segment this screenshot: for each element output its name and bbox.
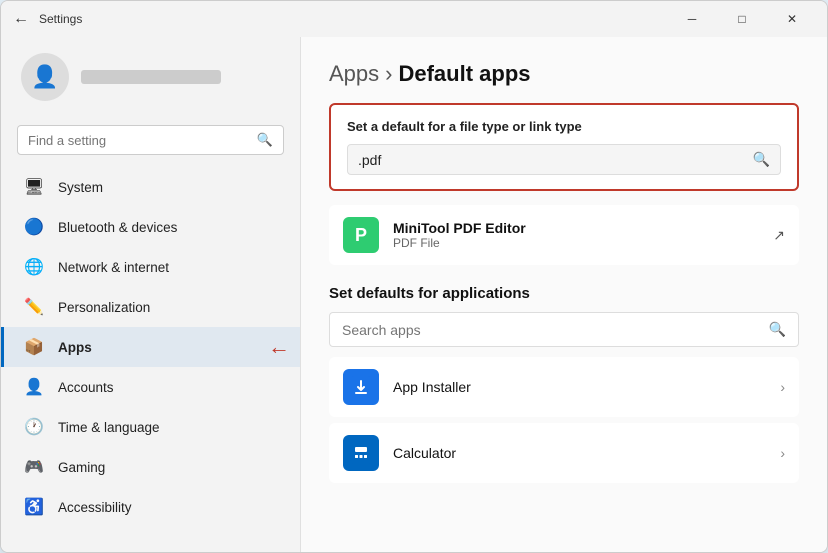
user-section: 👤 bbox=[1, 37, 300, 117]
file-type-input[interactable] bbox=[358, 152, 753, 168]
file-type-box: Set a default for a file type or link ty… bbox=[329, 103, 799, 191]
title-bar: ← Settings ─ □ ✕ bbox=[1, 1, 827, 37]
pdf-app-type: PDF File bbox=[393, 236, 759, 250]
sidebar-label-gaming: Gaming bbox=[58, 460, 105, 475]
breadcrumb: Apps › Default apps bbox=[329, 61, 799, 87]
search-apps-row[interactable]: 🔍 bbox=[329, 312, 799, 347]
gaming-icon: 🎮 bbox=[24, 457, 44, 477]
defaults-section-label: Set defaults for applications bbox=[329, 285, 799, 302]
sidebar-item-system[interactable]: 🖥 System bbox=[1, 167, 300, 207]
sidebar-label-bluetooth: Bluetooth & devices bbox=[58, 220, 177, 235]
calculator-app-icon bbox=[343, 435, 379, 471]
sidebar-item-accessibility[interactable]: ♿ Accessibility bbox=[1, 487, 300, 527]
time-language-icon: 🕐 bbox=[24, 417, 44, 437]
accounts-icon: 👤 bbox=[24, 377, 44, 397]
sidebar-label-personalization: Personalization bbox=[58, 300, 150, 315]
content-area: 👤 🔍 🖥 System 🔵 Bluetooth & devices bbox=[1, 37, 827, 552]
nav-items: 🖥 System 🔵 Bluetooth & devices 🌐 Network… bbox=[1, 167, 300, 527]
search-apps-icon: 🔍 bbox=[769, 321, 786, 338]
red-arrow-indicator: ← bbox=[268, 334, 290, 360]
calculator-chevron: › bbox=[780, 445, 785, 461]
file-type-search-icon: 🔍 bbox=[753, 151, 770, 168]
calculator-name: Calculator bbox=[393, 445, 766, 461]
sidebar-item-bluetooth[interactable]: 🔵 Bluetooth & devices bbox=[1, 207, 300, 247]
apps-icon: 📦 bbox=[24, 337, 44, 357]
sidebar-item-apps[interactable]: 📦 Apps ← bbox=[1, 327, 300, 367]
bluetooth-icon: 🔵 bbox=[24, 217, 44, 237]
title-bar-controls: ─ □ ✕ bbox=[669, 4, 815, 34]
breadcrumb-separator: › bbox=[385, 61, 392, 87]
personalization-icon: ✏️ bbox=[24, 297, 44, 317]
pdf-app-name: MiniTool PDF Editor bbox=[393, 220, 759, 236]
app-list-item-installer[interactable]: App Installer › bbox=[329, 357, 799, 417]
sidebar-search-box[interactable]: 🔍 bbox=[17, 125, 284, 155]
sidebar-item-time-language[interactable]: 🕐 Time & language bbox=[1, 407, 300, 447]
avatar: 👤 bbox=[21, 53, 69, 101]
sidebar-label-accessibility: Accessibility bbox=[58, 500, 132, 515]
sidebar: 👤 🔍 🖥 System 🔵 Bluetooth & devices bbox=[1, 37, 301, 552]
sidebar-search-input[interactable] bbox=[28, 133, 249, 148]
sidebar-item-network[interactable]: 🌐 Network & internet bbox=[1, 247, 300, 287]
breadcrumb-parent: Apps bbox=[329, 61, 379, 87]
pdf-app-info: MiniTool PDF Editor PDF File bbox=[393, 220, 759, 250]
maximize-button[interactable]: □ bbox=[719, 4, 765, 34]
network-icon: 🌐 bbox=[24, 257, 44, 277]
sidebar-search-icon: 🔍 bbox=[257, 132, 273, 148]
minimize-button[interactable]: ─ bbox=[669, 4, 715, 34]
sidebar-item-accounts[interactable]: 👤 Accounts bbox=[1, 367, 300, 407]
search-section: 🔍 bbox=[1, 117, 300, 167]
accessibility-icon: ♿ bbox=[24, 497, 44, 517]
file-type-input-row[interactable]: 🔍 bbox=[347, 144, 781, 175]
system-icon: 🖥 bbox=[24, 177, 44, 197]
pdf-app-icon: P bbox=[343, 217, 379, 253]
app-list-item-calculator[interactable]: Calculator › bbox=[329, 423, 799, 483]
breadcrumb-current: Default apps bbox=[398, 61, 530, 87]
window-title: Settings bbox=[39, 12, 82, 26]
sidebar-label-system: System bbox=[58, 180, 103, 195]
sidebar-label-accounts: Accounts bbox=[58, 380, 114, 395]
default-app-row[interactable]: P MiniTool PDF Editor PDF File ↗ bbox=[329, 205, 799, 265]
sidebar-label-network: Network & internet bbox=[58, 260, 169, 275]
title-bar-left: ← Settings bbox=[13, 10, 82, 28]
user-name bbox=[81, 70, 221, 84]
sidebar-item-personalization[interactable]: ✏️ Personalization bbox=[1, 287, 300, 327]
sidebar-label-time-language: Time & language bbox=[58, 420, 160, 435]
back-button[interactable]: ← bbox=[13, 10, 29, 28]
app-installer-icon bbox=[343, 369, 379, 405]
external-link-icon: ↗ bbox=[773, 227, 785, 244]
app-installer-name: App Installer bbox=[393, 379, 766, 395]
main-content: Apps › Default apps Set a default for a … bbox=[301, 37, 827, 552]
search-apps-input[interactable] bbox=[342, 322, 759, 338]
file-type-label: Set a default for a file type or link ty… bbox=[347, 119, 781, 134]
sidebar-item-gaming[interactable]: 🎮 Gaming bbox=[1, 447, 300, 487]
settings-window: ← Settings ─ □ ✕ 👤 🔍 bbox=[0, 0, 828, 553]
sidebar-label-apps: Apps bbox=[58, 340, 92, 355]
close-button[interactable]: ✕ bbox=[769, 4, 815, 34]
app-installer-chevron: › bbox=[780, 379, 785, 395]
